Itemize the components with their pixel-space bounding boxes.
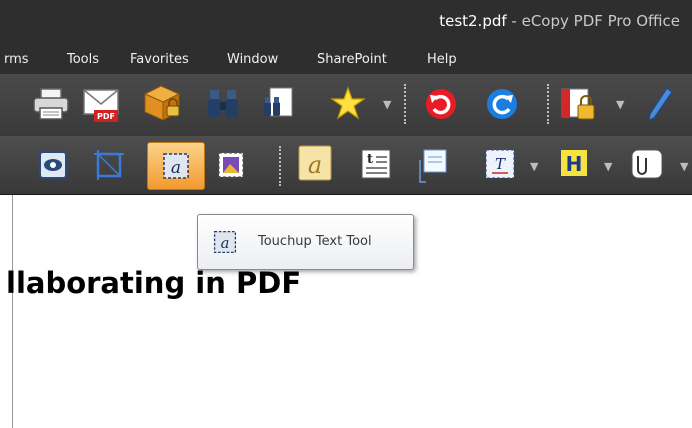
- tooltip: a Touchup Text Tool: [197, 214, 414, 270]
- svg-text:a: a: [221, 235, 230, 252]
- highlight-icon[interactable]: H: [559, 148, 589, 180]
- window-app-title: - eCopy PDF Pro Office: [506, 12, 680, 30]
- attach-icon[interactable]: [626, 146, 670, 182]
- window-filename: test2.pdf: [439, 12, 507, 30]
- window-title: test2.pdf - eCopy PDF Pro Office: [0, 12, 692, 30]
- attach-dropdown-arrow[interactable]: ▼: [680, 160, 688, 173]
- title-bar: test2.pdf - eCopy PDF Pro Office: [0, 0, 692, 46]
- touchup-text-tool-icon: a: [163, 153, 189, 179]
- touchup-text-tool-button[interactable]: a: [147, 142, 205, 190]
- favorites-star-icon[interactable]: [330, 86, 366, 120]
- page-edge: [12, 195, 13, 428]
- crop-tool-icon[interactable]: [92, 148, 126, 182]
- note-icon[interactable]: [416, 148, 448, 184]
- toolbar-separator: [547, 84, 551, 124]
- text-edit-dropdown-arrow[interactable]: ▼: [530, 160, 538, 173]
- touchup-text-tool-icon: a: [213, 230, 237, 254]
- svg-text:a: a: [308, 151, 322, 179]
- toolbar-separator: [404, 84, 408, 124]
- toolbar-separator: [279, 146, 283, 186]
- svg-text:T: T: [495, 155, 506, 173]
- favorites-dropdown-arrow[interactable]: ▼: [383, 98, 391, 111]
- text-edit-icon[interactable]: T: [484, 148, 516, 182]
- typewriter-icon[interactable]: a: [297, 144, 333, 182]
- svg-text:a: a: [171, 158, 181, 178]
- email-pdf-icon[interactable]: PDF: [82, 84, 122, 124]
- pencil-icon[interactable]: [645, 86, 675, 122]
- svg-text:H: H: [566, 152, 583, 176]
- security-lock-icon[interactable]: [560, 87, 598, 123]
- highlight-dropdown-arrow[interactable]: ▼: [604, 160, 612, 173]
- redo-icon[interactable]: [485, 87, 519, 121]
- menu-window[interactable]: Window: [227, 52, 278, 67]
- menu-help[interactable]: Help: [427, 52, 457, 67]
- edit-toolbar: a a t T ▼ H ▼ ▼: [0, 136, 692, 195]
- main-toolbar: PDF ▼ ▼: [0, 74, 692, 136]
- print-icon[interactable]: [31, 86, 71, 122]
- menu-tools[interactable]: Tools: [67, 52, 99, 67]
- view-icon[interactable]: [38, 150, 68, 180]
- text-box-icon[interactable]: t: [360, 148, 392, 180]
- menu-bar: rms Tools Favorites Window SharePoint He…: [0, 46, 692, 74]
- undo-icon[interactable]: [424, 87, 458, 121]
- document-heading: llaborating in PDF: [6, 266, 302, 300]
- touchup-image-tool-icon[interactable]: [216, 150, 246, 180]
- binoculars-search-icon[interactable]: [206, 86, 240, 120]
- menu-sharepoint[interactable]: SharePoint: [317, 52, 387, 67]
- security-dropdown-arrow[interactable]: ▼: [616, 98, 624, 111]
- svg-text:t: t: [367, 152, 373, 167]
- secure-package-icon[interactable]: [141, 82, 183, 122]
- menu-forms[interactable]: rms: [4, 52, 29, 67]
- tooltip-label: Touchup Text Tool: [258, 234, 372, 249]
- svg-text:PDF: PDF: [97, 112, 115, 121]
- find-in-document-icon[interactable]: [262, 86, 296, 122]
- menu-favorites[interactable]: Favorites: [130, 52, 189, 67]
